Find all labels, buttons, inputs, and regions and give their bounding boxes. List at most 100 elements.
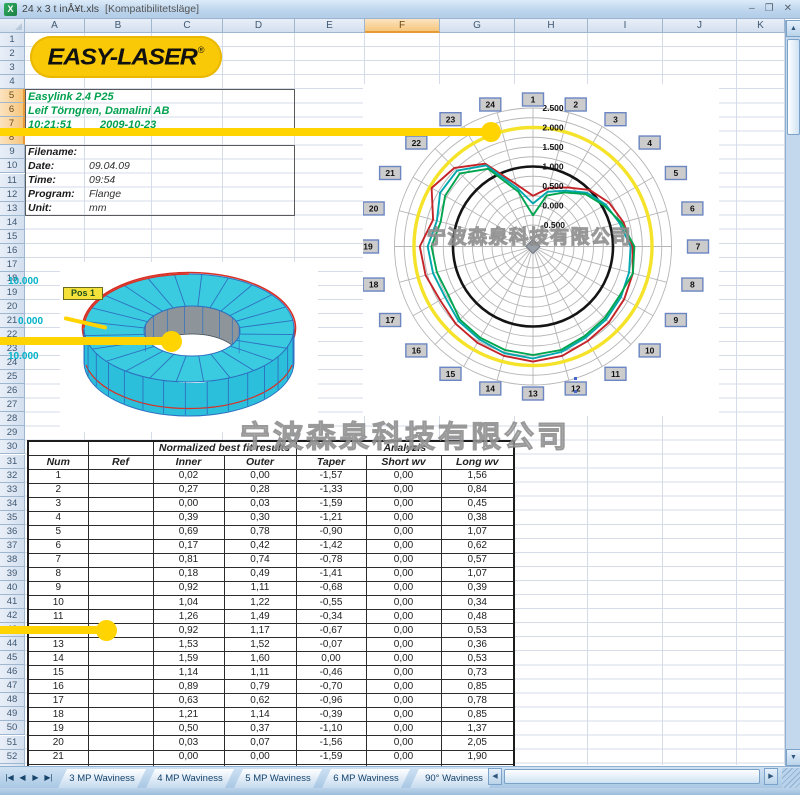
table-cell[interactable]: 21 bbox=[28, 750, 88, 764]
last-sheet-icon[interactable]: ▶| bbox=[43, 773, 54, 782]
table-cell[interactable]: 0,57 bbox=[441, 553, 514, 567]
row-header-20[interactable]: 20 bbox=[0, 300, 25, 314]
row-header-30[interactable]: 30 bbox=[0, 440, 25, 454]
table-cell[interactable]: 9 bbox=[28, 581, 88, 595]
table-cell[interactable]: 0,39 bbox=[153, 511, 224, 525]
table-cell[interactable]: 0,03 bbox=[224, 497, 296, 511]
table-cell[interactable]: 0,38 bbox=[441, 511, 514, 525]
row-header-49[interactable]: 49 bbox=[0, 707, 25, 721]
table-cell[interactable]: -0,68 bbox=[296, 581, 366, 595]
table-cell[interactable]: 0,78 bbox=[224, 525, 296, 539]
table-cell[interactable]: 0,00 bbox=[366, 750, 441, 764]
table-cell[interactable]: 0,00 bbox=[366, 624, 441, 638]
table-cell[interactable] bbox=[88, 469, 153, 483]
row-header-5[interactable]: 5 bbox=[0, 89, 25, 103]
table-cell[interactable]: 0,00 bbox=[366, 483, 441, 497]
table-cell[interactable]: 0,17 bbox=[153, 539, 224, 553]
scroll-down-button[interactable]: ▼ bbox=[786, 749, 800, 766]
column-header-D[interactable]: D bbox=[223, 19, 295, 33]
table-cell[interactable]: 1,53 bbox=[153, 638, 224, 652]
results-table[interactable]: Normalized best fit resultsAnalyzisNumRe… bbox=[27, 440, 515, 779]
row-header-39[interactable]: 39 bbox=[0, 567, 25, 581]
table-cell[interactable] bbox=[88, 750, 153, 764]
table-cell[interactable]: 1,52 bbox=[224, 638, 296, 652]
row-header-47[interactable]: 47 bbox=[0, 679, 25, 693]
column-header-I[interactable]: I bbox=[588, 19, 663, 33]
table-cell[interactable]: 10 bbox=[28, 596, 88, 610]
table-cell[interactable]: 0,00 bbox=[366, 680, 441, 694]
horizontal-scroll-thumb[interactable] bbox=[504, 769, 760, 784]
row-header-3[interactable]: 3 bbox=[0, 61, 25, 75]
table-cell[interactable]: 0,00 bbox=[366, 539, 441, 553]
column-header-B[interactable]: B bbox=[85, 19, 152, 33]
table-cell[interactable]: 1,37 bbox=[441, 722, 514, 736]
table-cell[interactable]: 7 bbox=[28, 553, 88, 567]
table-cell[interactable]: 15 bbox=[28, 666, 88, 680]
row-header-9[interactable]: 9 bbox=[0, 145, 25, 159]
table-cell[interactable] bbox=[88, 483, 153, 497]
table-cell[interactable] bbox=[88, 680, 153, 694]
table-cell[interactable]: 1,17 bbox=[224, 624, 296, 638]
first-sheet-icon[interactable]: |◀ bbox=[4, 773, 15, 782]
row-header-16[interactable]: 16 bbox=[0, 244, 25, 258]
table-cell[interactable]: -1,56 bbox=[296, 736, 366, 750]
close-icon[interactable]: ✕ bbox=[784, 1, 792, 17]
row-header-41[interactable]: 41 bbox=[0, 595, 25, 609]
table-cell[interactable]: 0,49 bbox=[224, 567, 296, 581]
table-cell[interactable]: 0,27 bbox=[153, 483, 224, 497]
table-cell[interactable]: 0,69 bbox=[153, 525, 224, 539]
table-cell[interactable]: 1,14 bbox=[153, 666, 224, 680]
table-cell[interactable]: 19 bbox=[28, 722, 88, 736]
row-header-32[interactable]: 32 bbox=[0, 469, 25, 483]
sheet-tab-3-mp-waviness[interactable]: 3 MP Waviness bbox=[58, 769, 146, 788]
row-header-29[interactable]: 29 bbox=[0, 426, 25, 440]
table-cell[interactable]: 1,90 bbox=[441, 750, 514, 764]
vertical-scrollbar[interactable]: ▲ ▼ bbox=[785, 20, 800, 766]
table-cell[interactable]: 20 bbox=[28, 736, 88, 750]
table-cell[interactable]: 0,84 bbox=[441, 483, 514, 497]
minimize-icon[interactable]: – bbox=[749, 1, 755, 17]
table-cell[interactable]: -1,59 bbox=[296, 750, 366, 764]
table-cell[interactable]: 0,00 bbox=[366, 638, 441, 652]
row-header-40[interactable]: 40 bbox=[0, 581, 25, 595]
column-header-C[interactable]: C bbox=[152, 19, 223, 33]
table-cell[interactable] bbox=[88, 736, 153, 750]
table-cell[interactable]: 0,78 bbox=[441, 694, 514, 708]
row-header-42[interactable]: 42 bbox=[0, 609, 25, 623]
table-cell[interactable]: -0,78 bbox=[296, 553, 366, 567]
table-cell[interactable]: 0,00 bbox=[366, 511, 441, 525]
row-header-37[interactable]: 37 bbox=[0, 539, 25, 553]
select-all-corner[interactable] bbox=[0, 19, 25, 33]
row-header-13[interactable]: 13 bbox=[0, 202, 25, 216]
row-header-38[interactable]: 38 bbox=[0, 553, 25, 567]
table-cell[interactable]: -1,41 bbox=[296, 567, 366, 581]
table-cell[interactable]: 11 bbox=[28, 610, 88, 624]
row-header-33[interactable]: 33 bbox=[0, 483, 25, 497]
table-cell[interactable]: 1,14 bbox=[224, 708, 296, 722]
table-cell[interactable]: 1,11 bbox=[224, 581, 296, 595]
column-header-J[interactable]: J bbox=[663, 19, 737, 33]
table-cell[interactable]: 0,73 bbox=[441, 666, 514, 680]
table-cell[interactable] bbox=[88, 539, 153, 553]
table-cell[interactable] bbox=[88, 525, 153, 539]
table-cell[interactable]: -1,57 bbox=[296, 469, 366, 483]
row-header-36[interactable]: 36 bbox=[0, 525, 25, 539]
table-cell[interactable]: 0,00 bbox=[366, 736, 441, 750]
table-cell[interactable]: -0,90 bbox=[296, 525, 366, 539]
table-cell[interactable]: 0,74 bbox=[224, 553, 296, 567]
sheet-tab-5-mp-waviness[interactable]: 5 MP Waviness bbox=[234, 769, 322, 788]
row-header-11[interactable]: 11 bbox=[0, 174, 25, 188]
table-cell[interactable]: 0,37 bbox=[224, 722, 296, 736]
resize-grip[interactable] bbox=[782, 768, 800, 788]
table-cell[interactable]: 0,00 bbox=[366, 666, 441, 680]
row-header-46[interactable]: 46 bbox=[0, 665, 25, 679]
table-cell[interactable]: 0,62 bbox=[441, 539, 514, 553]
table-cell[interactable] bbox=[88, 638, 153, 652]
table-cell[interactable]: 0,36 bbox=[441, 638, 514, 652]
table-cell[interactable]: 0,00 bbox=[366, 525, 441, 539]
table-cell[interactable]: 2,05 bbox=[441, 736, 514, 750]
table-cell[interactable]: 0,63 bbox=[153, 694, 224, 708]
table-cell[interactable]: 0,07 bbox=[224, 736, 296, 750]
row-header-35[interactable]: 35 bbox=[0, 511, 25, 525]
table-cell[interactable]: -1,42 bbox=[296, 539, 366, 553]
